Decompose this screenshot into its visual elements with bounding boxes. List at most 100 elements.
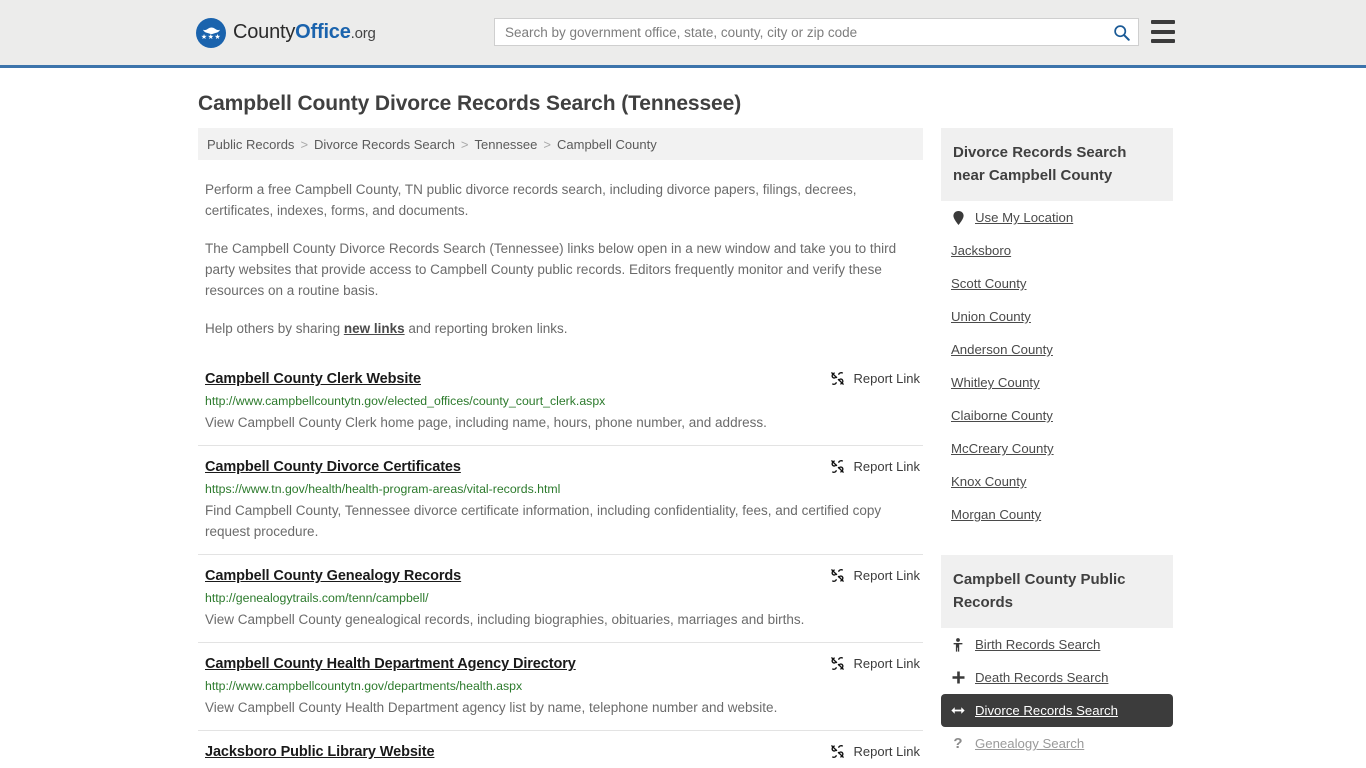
report-link-button[interactable]: Report Link bbox=[830, 744, 920, 759]
sidebar-item-label: Scott County bbox=[951, 276, 1027, 291]
broken-link-icon bbox=[830, 372, 844, 385]
intro-text: Perform a free Campbell County, TN publi… bbox=[198, 179, 923, 339]
search-input[interactable] bbox=[495, 19, 1104, 45]
intro-paragraph-3-post: and reporting broken links. bbox=[404, 321, 568, 336]
breadcrumb-item-tennessee[interactable]: Tennessee bbox=[475, 137, 538, 152]
list-item: Anderson County bbox=[941, 333, 1173, 366]
public-records-panel: Campbell County Public Records Birth Rec… bbox=[941, 555, 1173, 760]
list-item: Union County bbox=[941, 300, 1173, 333]
result-title-link[interactable]: Campbell County Clerk Website bbox=[205, 371, 421, 387]
sidebar-item-morgan-county[interactable]: Morgan County bbox=[941, 498, 1173, 531]
intro-paragraph-3-pre: Help others by sharing bbox=[205, 321, 344, 336]
list-item: Morgan County bbox=[941, 498, 1173, 531]
result-title-link[interactable]: Jacksboro Public Library Website bbox=[205, 744, 435, 760]
sidebar-item-label: Union County bbox=[951, 309, 1031, 324]
sidebar-item-jacksboro[interactable]: Jacksboro bbox=[941, 234, 1173, 267]
report-link-button[interactable]: Report Link bbox=[830, 568, 920, 583]
main-content: Public Records > Divorce Records Search … bbox=[198, 128, 923, 768]
list-item: McCreary County bbox=[941, 432, 1173, 465]
broken-link-icon bbox=[830, 569, 844, 582]
sidebar-item-label: Claiborne County bbox=[951, 408, 1053, 423]
broken-link-icon bbox=[830, 657, 844, 670]
hamburger-menu-icon[interactable] bbox=[1151, 20, 1175, 43]
nearby-panel-list: Use My Location Jacksboro Scott County U… bbox=[941, 201, 1173, 531]
search-icon bbox=[1113, 24, 1130, 41]
map-pin-icon bbox=[951, 210, 965, 225]
sidebar-item-claiborne-county[interactable]: Claiborne County bbox=[941, 399, 1173, 432]
cross-icon bbox=[951, 671, 965, 684]
site-logo[interactable]: ★★★ CountyOffice.org bbox=[196, 17, 376, 48]
breadcrumb: Public Records > Divorce Records Search … bbox=[198, 128, 923, 160]
breadcrumb-separator: > bbox=[543, 136, 551, 152]
left-right-arrow-icon bbox=[951, 705, 965, 716]
result-description: View Campbell County genealogical record… bbox=[205, 612, 805, 627]
hamburger-bar bbox=[1151, 29, 1175, 34]
result-item: Campbell County Clerk Website http://www… bbox=[198, 356, 923, 445]
sidebar-item-label: Morgan County bbox=[951, 507, 1042, 522]
intro-paragraph-3: Help others by sharing new links and rep… bbox=[205, 318, 905, 339]
broken-link-icon bbox=[830, 460, 844, 473]
breadcrumb-item-divorce-records-search[interactable]: Divorce Records Search bbox=[314, 137, 455, 152]
sidebar-item-birth-records-search[interactable]: Birth Records Search bbox=[941, 628, 1173, 661]
sidebar: Divorce Records Search near Campbell Cou… bbox=[941, 128, 1173, 768]
sidebar-item-label: Knox County bbox=[951, 474, 1027, 489]
sidebar-item-anderson-county[interactable]: Anderson County bbox=[941, 333, 1173, 366]
broken-link-icon bbox=[830, 745, 844, 758]
eagle-shield-logo-icon: ★★★ bbox=[196, 17, 226, 48]
sidebar-item-use-my-location[interactable]: Use My Location bbox=[941, 201, 1173, 234]
result-item: Campbell County Divorce Certificates htt… bbox=[198, 445, 923, 554]
sidebar-item-label: Genealogy Search bbox=[975, 736, 1085, 751]
sidebar-item-label: Birth Records Search bbox=[975, 637, 1101, 652]
result-url[interactable]: http://www.campbellcountytn.gov/elected_… bbox=[205, 394, 923, 408]
breadcrumb-item-campbell-county: Campbell County bbox=[557, 136, 657, 152]
results-list: Campbell County Clerk Website http://www… bbox=[198, 356, 923, 768]
list-item: Use My Location bbox=[941, 201, 1173, 234]
result-description: View Campbell County Health Department a… bbox=[205, 700, 778, 715]
report-link-label: Report Link bbox=[853, 459, 920, 474]
sidebar-item-mccreary-county[interactable]: McCreary County bbox=[941, 432, 1173, 465]
report-link-button[interactable]: Report Link bbox=[830, 371, 920, 386]
result-url[interactable]: https://www.tn.gov/health/health-program… bbox=[205, 482, 923, 496]
nearby-panel: Divorce Records Search near Campbell Cou… bbox=[941, 128, 1173, 531]
hamburger-bar bbox=[1151, 39, 1175, 43]
brand-part-1: County bbox=[233, 21, 296, 43]
report-link-label: Report Link bbox=[853, 656, 920, 671]
sidebar-item-label: Anderson County bbox=[951, 342, 1053, 357]
sidebar-item-death-records-search[interactable]: Death Records Search bbox=[941, 661, 1173, 694]
result-title-link[interactable]: Campbell County Health Department Agency… bbox=[205, 656, 576, 672]
report-link-button[interactable]: Report Link bbox=[830, 459, 920, 474]
list-item: ? Genealogy Search bbox=[941, 727, 1173, 760]
sidebar-item-label: Divorce Records Search bbox=[975, 703, 1118, 718]
result-url[interactable]: http://genealogytrails.com/tenn/campbell… bbox=[205, 591, 923, 605]
content-columns: Public Records > Divorce Records Search … bbox=[198, 128, 1366, 768]
site-logo-text: CountyOffice.org bbox=[233, 21, 376, 44]
breadcrumb-separator: > bbox=[460, 136, 469, 152]
report-link-label: Report Link bbox=[853, 744, 920, 759]
sidebar-item-divorce-records-search[interactable]: Divorce Records Search bbox=[941, 694, 1173, 727]
report-link-button[interactable]: Report Link bbox=[830, 656, 920, 671]
search-button[interactable] bbox=[1104, 19, 1138, 45]
result-item: Campbell County Health Department Agency… bbox=[198, 642, 923, 730]
sidebar-item-whitley-county[interactable]: Whitley County bbox=[941, 366, 1173, 399]
breadcrumb-item-public-records[interactable]: Public Records bbox=[207, 137, 294, 152]
sidebar-item-union-county[interactable]: Union County bbox=[941, 300, 1173, 333]
report-link-label: Report Link bbox=[853, 371, 920, 386]
intro-paragraph-1: Perform a free Campbell County, TN publi… bbox=[205, 182, 857, 218]
sidebar-item-label: Whitley County bbox=[951, 375, 1040, 390]
result-title-link[interactable]: Campbell County Divorce Certificates bbox=[205, 459, 461, 475]
sidebar-item-scott-county[interactable]: Scott County bbox=[941, 267, 1173, 300]
baby-icon bbox=[951, 637, 965, 652]
list-item: Knox County bbox=[941, 465, 1173, 498]
sidebar-item-label: Death Records Search bbox=[975, 670, 1109, 685]
result-url[interactable]: http://www.campbellcountytn.gov/departme… bbox=[205, 679, 923, 693]
result-description: View Campbell County Clerk home page, in… bbox=[205, 415, 767, 430]
sidebar-item-genealogy-search[interactable]: ? Genealogy Search bbox=[941, 727, 1173, 760]
site-header: ★★★ CountyOffice.org bbox=[0, 0, 1366, 68]
public-records-panel-heading: Campbell County Public Records bbox=[941, 555, 1173, 628]
sidebar-item-knox-county[interactable]: Knox County bbox=[941, 465, 1173, 498]
result-description: Find Campbell County, Tennessee divorce … bbox=[205, 503, 882, 539]
page-body: Campbell County Divorce Records Search (… bbox=[0, 92, 1366, 768]
brand-part-2: Office bbox=[295, 21, 351, 43]
result-title-link[interactable]: Campbell County Genealogy Records bbox=[205, 568, 461, 584]
new-links-link[interactable]: new links bbox=[344, 321, 405, 336]
